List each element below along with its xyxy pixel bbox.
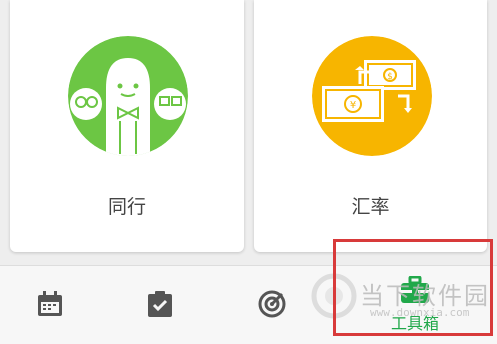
companions-card[interactable]: 同行 <box>10 0 244 252</box>
exchange-rate-card[interactable]: $ ¥ 汇率 <box>254 0 487 252</box>
svg-text:¥: ¥ <box>350 100 356 111</box>
nav-toolbox[interactable]: 工具箱 <box>365 266 465 344</box>
radar-icon <box>258 290 286 318</box>
calendar-icon <box>38 291 62 316</box>
companions-icon <box>68 36 188 156</box>
checklist-icon <box>148 291 172 317</box>
exchange-rate-label: 汇率 <box>351 196 390 218</box>
bottom-navigation: 工具箱 <box>0 265 497 344</box>
svg-text:$: $ <box>387 72 393 82</box>
nav-toolbox-label: 工具箱 <box>390 314 439 333</box>
nav-radar[interactable] <box>222 266 322 344</box>
exchange-rate-icon: $ ¥ <box>312 36 432 156</box>
toolbox-icon <box>401 276 429 303</box>
companions-label: 同行 <box>107 196 146 218</box>
nav-checklist[interactable] <box>110 266 210 344</box>
nav-calendar[interactable] <box>0 266 100 344</box>
